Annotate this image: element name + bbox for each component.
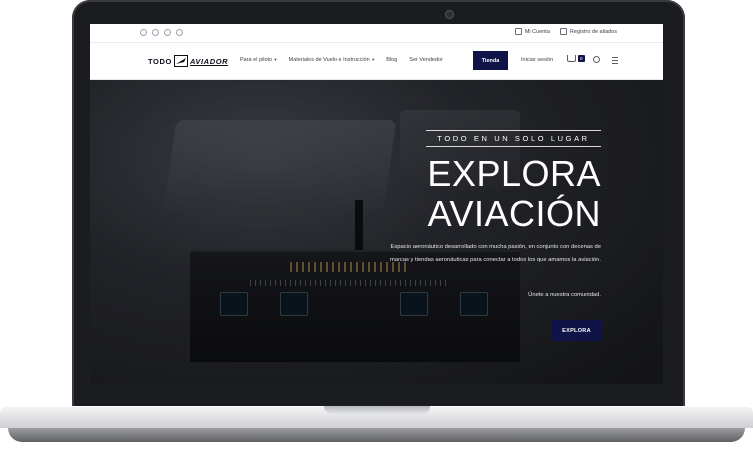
hero-title-line-2: AVIACIÓN (427, 193, 601, 234)
cart-button[interactable]: 0 (567, 55, 585, 62)
laptop-opening-notch (324, 406, 430, 414)
cart-count-badge: 0 (578, 55, 585, 62)
logo-text-aviador: AVIADOR (189, 56, 229, 66)
tiktok-icon[interactable] (176, 29, 183, 36)
website-screen: Mi Cuenta Registro de aliados TODO AVIAD… (90, 24, 663, 384)
main-navbar: TODO AVIADOR Para el piloto ▾ Materiales… (90, 43, 663, 80)
cart-icon (567, 55, 576, 62)
hero-tagline: TODO EN UN SOLO LUGAR (426, 130, 601, 147)
login-link[interactable]: Iniciar sesión (521, 57, 553, 63)
hero-section: TODO EN UN SOLO LUGAR EXPLORA AVIACIÓN E… (90, 80, 663, 384)
chevron-down-icon: ▾ (370, 57, 375, 62)
menu-item-materiales[interactable]: Materiales de Vuelo e Instrucción ▾ (289, 57, 375, 63)
instagram-icon[interactable] (152, 29, 159, 36)
laptop-base-bottom (8, 428, 745, 442)
folder-icon (559, 28, 567, 35)
user-icon (514, 28, 522, 35)
top-links: Mi Cuenta Registro de aliados (514, 28, 617, 35)
linkedin-icon[interactable] (164, 29, 171, 36)
hamburger-menu-icon[interactable] (612, 57, 618, 64)
social-icons (140, 29, 183, 36)
explora-button[interactable]: EXPLORA (552, 320, 601, 341)
airplane-icon (173, 55, 188, 67)
search-icon[interactable] (593, 56, 600, 63)
site-logo[interactable]: TODO AVIADOR (148, 55, 228, 67)
laptop-base (0, 406, 753, 450)
facebook-icon[interactable] (140, 29, 147, 36)
hero-title: EXPLORA AVIACIÓN (427, 154, 601, 234)
logo-text-todo: TODO (148, 56, 172, 66)
register-label: Registro de aliados (569, 28, 617, 35)
hero-title-line-1: EXPLORA (427, 153, 601, 194)
menu-item-para-el-piloto[interactable]: Para el piloto ▾ (240, 57, 277, 63)
register-link[interactable]: Registro de aliados (559, 28, 617, 35)
hero-join-text: Únete a nuestra comunidad. (528, 292, 601, 298)
webcam (445, 10, 454, 19)
my-account-link[interactable]: Mi Cuenta (514, 28, 550, 35)
chevron-down-icon: ▾ (273, 57, 277, 62)
top-bar: Mi Cuenta Registro de aliados (90, 24, 663, 43)
hero-description: Espacio aeronáutico desarrollado con muc… (389, 244, 601, 263)
menu-item-ser-vendedor[interactable]: Ser Vendedor (409, 57, 443, 63)
menu-item-blog[interactable]: Blog (386, 57, 397, 63)
main-menu: Para el piloto ▾ Materiales de Vuelo e I… (240, 57, 455, 63)
shop-button[interactable]: Tienda (473, 51, 508, 70)
my-account-label: Mi Cuenta (524, 28, 550, 35)
